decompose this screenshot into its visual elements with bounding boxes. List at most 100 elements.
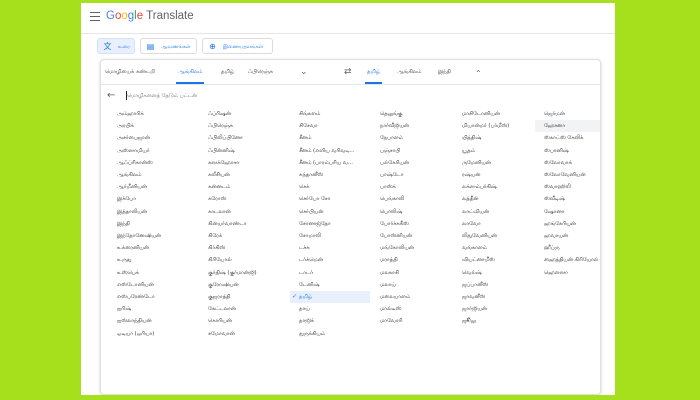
language-option[interactable]: உஸ்பெக் — [108, 267, 188, 279]
language-option[interactable]: டேனிஷ் — [290, 279, 370, 291]
language-option[interactable]: பாஷ்டோ — [371, 169, 451, 181]
language-option[interactable]: டாடர் — [290, 267, 370, 279]
language-option[interactable]: இந்தி — [108, 218, 188, 230]
language-option[interactable]: ✓ தமிழ் — [290, 291, 370, 303]
language-option[interactable]: வெல்ஷ் — [453, 267, 533, 279]
menu-icon[interactable] — [90, 12, 100, 22]
target-tab-hindi[interactable]: இந்தி — [438, 60, 451, 84]
language-option[interactable]: எஸ்பரேண்டோ — [108, 291, 188, 303]
language-option[interactable]: கிரியோல் — [199, 254, 279, 266]
language-option[interactable]: ரஷ்யன் — [453, 169, 533, 181]
language-option[interactable]: ஹௌஸா — [535, 267, 600, 279]
language-option[interactable]: செர்பியன் — [290, 206, 370, 218]
language-option[interactable]: ஸ்லோவாக் — [535, 157, 600, 169]
language-option[interactable]: ஃபிலிப்பினோ — [199, 132, 279, 144]
language-option[interactable]: ஃபின்னிஷ் — [199, 145, 279, 157]
documents-mode-button[interactable]: ▤ ஆவணங்கள் — [140, 38, 197, 54]
language-option[interactable]: கிரேக் — [199, 230, 279, 242]
language-option[interactable]: ஹைத்தியன் கிரியோல் — [535, 254, 600, 266]
language-option[interactable]: பஞ்சாபி — [371, 145, 451, 157]
language-option[interactable]: சீனம் — [290, 132, 370, 144]
language-option[interactable]: லிதுவேனியன் — [453, 230, 533, 242]
language-option[interactable]: ஸ்வீடிஷ் — [535, 193, 600, 205]
language-option[interactable]: டர்க்மென் — [290, 254, 370, 266]
language-option[interactable]: லத்தீன் — [453, 193, 533, 205]
language-option[interactable]: யித்திஷ் — [453, 132, 533, 144]
language-option[interactable]: மலையாளம் — [371, 291, 451, 303]
language-option[interactable]: கிர்கிஸ் — [199, 242, 279, 254]
language-option[interactable]: ஹவாயன் — [535, 230, 600, 242]
language-option[interactable]: உக்ரைனியன் — [108, 242, 188, 254]
language-option[interactable]: ஹங்கேரியன் — [535, 218, 600, 230]
language-option[interactable]: இக்போ — [108, 193, 188, 205]
source-chevron-down-icon[interactable]: ⌄ — [300, 64, 308, 80]
target-chevron-up-icon[interactable]: ⌃ — [475, 66, 482, 82]
language-option[interactable]: ஆர்மீனியன் — [108, 181, 188, 193]
language-option[interactable]: ஜப்பானீஸ் — [453, 279, 533, 291]
language-option[interactable]: ஜெர்மன் — [535, 108, 600, 120]
language-option[interactable]: லக்ஸம்பர்கிஷ் — [453, 181, 533, 193]
language-option[interactable]: ஜார்ஜியன் — [453, 303, 533, 315]
language-option[interactable]: மங்கோலியன் — [371, 242, 451, 254]
language-option[interactable]: ஸ்காட்ஸ் கேலிக் — [535, 132, 600, 144]
language-option[interactable]: சோமாலி — [290, 230, 370, 242]
language-option[interactable]: துருக்கியம் — [290, 328, 370, 340]
language-option[interactable]: மியான்மர் (பர்மீஸ்) — [453, 120, 533, 132]
language-option[interactable]: ஜாவனீஸ் — [453, 291, 533, 303]
source-tab-french[interactable]: ஃபிரெஞ்சு — [248, 60, 273, 84]
language-option[interactable]: அம்ஹாரிக் — [108, 108, 188, 120]
language-option[interactable]: குரோஷியன் — [199, 279, 279, 291]
language-option[interactable]: ஸ்வாஹிலி — [535, 181, 600, 193]
target-tab-english[interactable]: ஆங்கிலம் — [397, 60, 421, 84]
language-option[interactable]: அரபிக் — [108, 120, 188, 132]
language-option[interactable]: வங்காளம் — [453, 242, 533, 254]
language-option[interactable]: வியட்னாமீஸ் — [453, 254, 533, 266]
language-option[interactable]: சீனம் (எளிய வரிவடி... — [290, 145, 370, 157]
language-option[interactable]: ஹேசனா — [535, 120, 600, 133]
language-option[interactable]: தாய் — [290, 303, 370, 315]
language-option[interactable]: ஆஃப்ரிகான்ஸ் — [108, 157, 188, 169]
language-option[interactable]: ஸ்பானிஷ் — [535, 145, 600, 157]
language-option[interactable]: அஸ்ஸாமியர் — [108, 145, 188, 157]
text-mode-button[interactable]: 文 உரை — [97, 38, 135, 54]
language-option[interactable]: மலாய் — [371, 279, 451, 291]
back-arrow-icon[interactable]: ← — [107, 88, 115, 104]
language-option[interactable]: மால்டீஸ் — [371, 303, 451, 315]
language-option[interactable]: குஜராத்தி — [199, 291, 279, 303]
language-option[interactable]: ஃபிரெஞ்சு — [199, 120, 279, 132]
language-option[interactable]: நேபாளம் — [371, 132, 451, 144]
language-option[interactable]: அசர்பைஜான் — [108, 132, 188, 144]
language-option[interactable]: மராத்தி — [371, 254, 451, 266]
language-option[interactable]: சோனாஜ்தோ — [290, 218, 370, 230]
language-option[interactable]: மாவோரி — [371, 315, 451, 327]
language-option[interactable]: கன்னடம் — [199, 181, 279, 193]
language-option[interactable]: எஸ்டோனியன் — [108, 279, 188, 291]
language-option[interactable]: சிசேவா — [290, 120, 370, 132]
language-option[interactable]: கேட்டலான் — [199, 303, 279, 315]
swap-languages-icon[interactable]: ⇄ — [344, 64, 352, 80]
language-option[interactable]: பொலிஷ் — [371, 206, 451, 218]
language-option[interactable]: பாஸ்க் — [371, 181, 451, 193]
language-option[interactable]: ஜூலு — [453, 315, 533, 327]
language-option[interactable]: ஐஸ்லாந்தியன் — [108, 315, 188, 327]
target-tab-tamil[interactable]: தமிழ் — [365, 60, 382, 84]
source-tab-detect[interactable]: மொழியைக் கண்டறி — [105, 60, 155, 84]
language-option[interactable]: ருமேனியன் — [453, 157, 533, 169]
language-search-input[interactable] — [127, 90, 427, 102]
source-tab-tamil[interactable]: தமிழ் — [221, 60, 234, 84]
language-option[interactable]: ஆங்கிலம் — [108, 169, 188, 181]
language-option[interactable]: டச்சு — [290, 242, 370, 254]
language-option[interactable]: கொரியன் — [199, 315, 279, 327]
language-option[interactable]: போஸ்னியன் — [371, 230, 451, 242]
language-option[interactable]: தெலுங்கு — [371, 108, 451, 120]
websites-mode-button[interactable]: ⊕ இணையதளங்கள் — [202, 38, 273, 54]
language-option[interactable]: கலீசியன் — [199, 169, 279, 181]
language-option[interactable]: ஃப்ரிஷன் — [199, 108, 279, 120]
language-option[interactable]: சமோவான் — [199, 328, 279, 340]
language-option[interactable]: சிங்களம் — [290, 108, 370, 120]
language-option[interactable]: ஸ்லோவேனியன் — [535, 169, 600, 181]
language-option[interactable]: லாவோ — [453, 218, 533, 230]
language-option[interactable]: பல்கேரியன் — [371, 157, 451, 169]
language-option[interactable]: காடலான் — [199, 206, 279, 218]
language-option[interactable]: கஸக்ஹோசா — [199, 157, 279, 169]
